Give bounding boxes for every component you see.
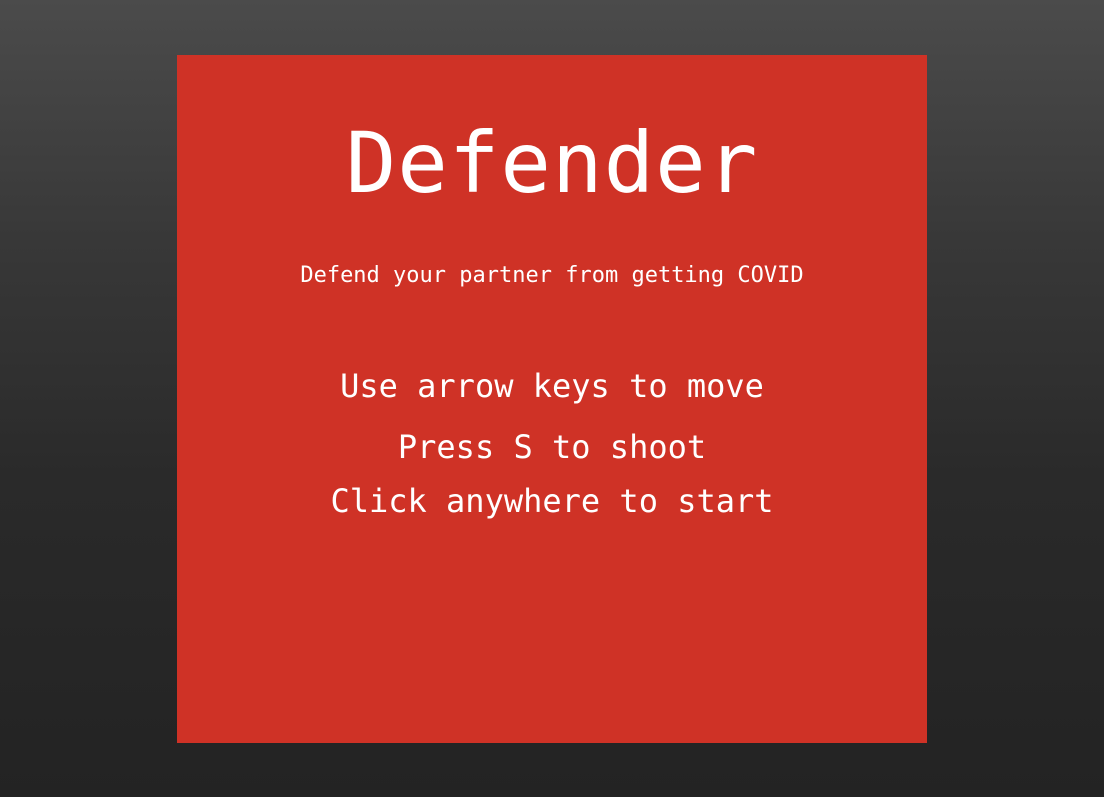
game-title: Defender [345,114,759,212]
shoot-instruction: Press S to shoot [397,428,707,466]
move-instruction: Use arrow keys to move [340,367,764,405]
start-instruction: Click anywhere to start [330,482,774,520]
game-canvas[interactable]: Defender Defend your partner from gettin… [177,55,927,743]
start-screen[interactable]: Defender Defend your partner from gettin… [177,55,927,743]
game-subtitle: Defend your partner from getting COVID [300,263,804,288]
